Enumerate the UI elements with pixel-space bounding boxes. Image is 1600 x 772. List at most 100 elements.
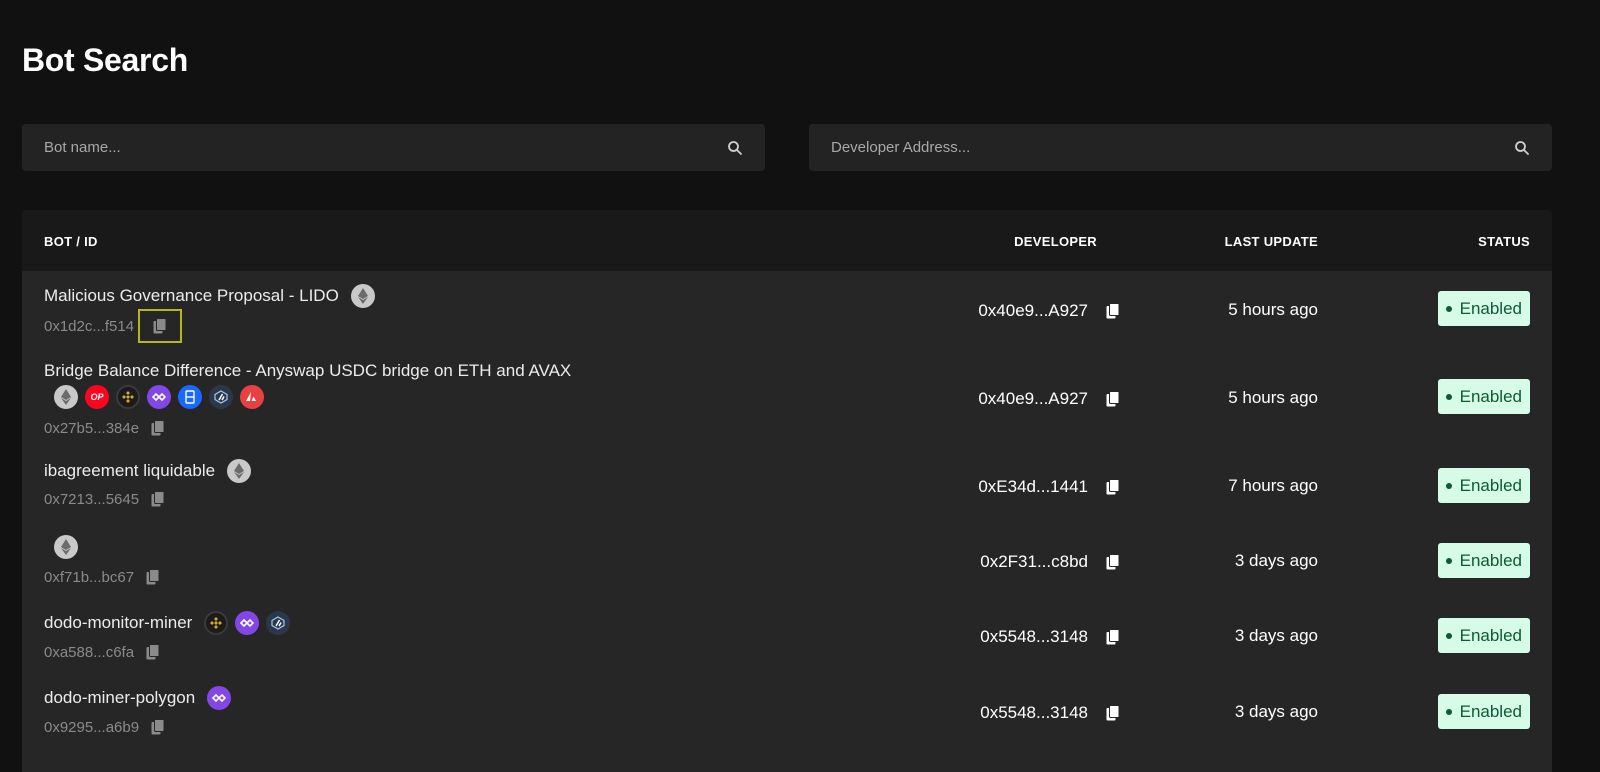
copy-icon — [1106, 391, 1120, 407]
arbitrum-icon — [266, 611, 291, 635]
bot-id: 0x1d2c...f514 — [44, 309, 183, 343]
bot-name[interactable]: dodo-monitor-miner — [44, 611, 291, 635]
polygon-icon — [235, 611, 260, 635]
copy-icon — [151, 719, 165, 735]
developer-address[interactable]: 0x5548...3148 — [980, 627, 1088, 647]
copy-developer-button[interactable] — [1102, 476, 1124, 498]
developer-address[interactable]: 0x5548...3148 — [980, 703, 1088, 723]
avalanche-icon — [240, 385, 264, 409]
status-label: Enabled — [1459, 625, 1522, 645]
search-icon[interactable] — [727, 140, 743, 156]
table-row[interactable]: Bridge Balance Difference - Anyswap USDC… — [22, 351, 1552, 446]
table-row[interactable]: 0xf71b...bc67 0x2F31...c8bd 3 days ago E… — [22, 524, 1552, 599]
status-dot — [1445, 557, 1452, 564]
copy-icon — [153, 318, 167, 334]
copy-icon — [1106, 629, 1120, 645]
bot-id: 0x9295...a6b9 — [44, 716, 169, 738]
copy-icon — [146, 569, 160, 585]
chain-icons: OP — [54, 385, 264, 409]
status-label: Enabled — [1459, 298, 1522, 318]
copy-developer-button[interactable] — [1102, 551, 1124, 573]
status-dot — [1445, 393, 1452, 400]
bot-table: BOT / ID DEVELOPER LAST UPDATE STATUS Ma… — [22, 210, 1552, 772]
last-update: 3 days ago — [1234, 702, 1318, 721]
bot-id-label: 0x1d2c...f514 — [44, 317, 135, 335]
column-header-status[interactable]: STATUS — [1478, 234, 1530, 249]
status-dot — [1445, 632, 1452, 639]
copy-icon — [1106, 303, 1120, 319]
bot-name-label: dodo-monitor-miner — [44, 613, 193, 632]
bot-id-label: 0x9295...a6b9 — [44, 718, 140, 736]
status-badge: Enabled — [1437, 618, 1530, 653]
copy-bot-id-button[interactable] — [142, 641, 164, 663]
column-header-bot[interactable]: BOT / ID — [44, 234, 98, 249]
bnb-icon — [116, 385, 140, 409]
developer-address[interactable]: 0xE34d...1441 — [978, 477, 1088, 497]
last-update: 7 hours ago — [1228, 476, 1318, 495]
status-label: Enabled — [1459, 386, 1522, 406]
status-badge: Enabled — [1437, 379, 1530, 414]
bot-name-search[interactable] — [22, 124, 765, 171]
developer-cell: 0x40e9...A927 — [978, 388, 1124, 410]
copy-developer-button[interactable] — [1102, 300, 1124, 322]
copy-bot-id-button[interactable] — [147, 716, 169, 738]
developer-cell: 0x40e9...A927 — [978, 300, 1124, 322]
copy-bot-id-button[interactable] — [147, 417, 169, 439]
developer-address-input[interactable] — [831, 139, 1514, 156]
table-header: BOT / ID DEVELOPER LAST UPDATE STATUS — [22, 210, 1552, 271]
status-dot — [1445, 708, 1452, 715]
copy-icon — [1106, 705, 1120, 721]
column-header-last-update[interactable]: LAST UPDATE — [1225, 234, 1318, 249]
status-label: Enabled — [1459, 475, 1522, 495]
developer-cell: 0x2F31...c8bd — [980, 551, 1124, 573]
copy-icon — [1106, 554, 1120, 570]
bot-name[interactable]: dodo-miner-polygon — [44, 686, 232, 710]
developer-address-search[interactable] — [809, 124, 1552, 171]
status-badge: Enabled — [1437, 468, 1530, 503]
column-header-developer[interactable]: DEVELOPER — [1014, 234, 1097, 249]
developer-address[interactable]: 0x40e9...A927 — [978, 301, 1088, 321]
copy-developer-button[interactable] — [1102, 388, 1124, 410]
bot-name[interactable]: ibagreement liquidable — [44, 459, 252, 483]
status-dot — [1445, 305, 1452, 312]
ethereum-icon — [227, 459, 252, 483]
page-title: Bot Search — [22, 42, 188, 78]
bot-id: 0x7213...5645 — [44, 488, 169, 510]
bot-name[interactable]: Bridge Balance Difference - Anyswap USDC… — [44, 361, 571, 381]
table-row[interactable]: dodo-miner-polygon 0x9295...a6b9 0x5548.… — [22, 675, 1552, 772]
copy-icon — [146, 644, 160, 660]
copy-icon — [1106, 479, 1120, 495]
developer-address[interactable]: 0x2F31...c8bd — [980, 552, 1088, 572]
developer-address[interactable]: 0x40e9...A927 — [978, 389, 1088, 409]
bot-name-label: Malicious Governance Proposal - LIDO — [44, 286, 339, 305]
status-label: Enabled — [1459, 701, 1522, 721]
last-update: 5 hours ago — [1228, 388, 1318, 407]
copy-developer-button[interactable] — [1102, 626, 1124, 648]
status-label: Enabled — [1459, 550, 1522, 570]
copy-developer-button[interactable] — [1102, 702, 1124, 724]
bot-name-label: dodo-miner-polygon — [44, 688, 196, 707]
bot-id-label: 0x27b5...384e — [44, 419, 140, 437]
bot-id: 0x27b5...384e — [44, 417, 169, 439]
table-row[interactable]: dodo-monitor-miner 0xa588...c6fa 0x5548.… — [22, 599, 1552, 675]
bot-id: 0xf71b...bc67 — [44, 566, 164, 588]
status-badge: Enabled — [1437, 543, 1530, 578]
copy-bot-id-button[interactable] — [138, 309, 183, 343]
bot-name-label: Bridge Balance Difference - Anyswap USDC… — [44, 361, 572, 380]
last-update: 5 hours ago — [1228, 300, 1318, 319]
bot-name[interactable]: Malicious Governance Proposal - LIDO — [44, 284, 375, 308]
copy-bot-id-button[interactable] — [147, 488, 169, 510]
bot-id: 0xa588...c6fa — [44, 641, 164, 663]
bot-id-label: 0xf71b...bc67 — [44, 568, 135, 586]
table-row[interactable]: Malicious Governance Proposal - LIDO 0x1… — [22, 271, 1552, 351]
bnb-icon — [204, 611, 229, 635]
developer-cell: 0xE34d...1441 — [978, 476, 1124, 498]
table-row[interactable]: ibagreement liquidable 0x7213...5645 0xE… — [22, 446, 1552, 524]
polygon-icon — [147, 385, 171, 409]
search-icon[interactable] — [1514, 140, 1530, 156]
bot-name-input[interactable] — [44, 139, 727, 156]
bot-id-label: 0xa588...c6fa — [44, 643, 135, 661]
ethereum-icon — [54, 535, 78, 559]
copy-bot-id-button[interactable] — [142, 566, 164, 588]
optimism-icon: OP — [85, 385, 109, 409]
